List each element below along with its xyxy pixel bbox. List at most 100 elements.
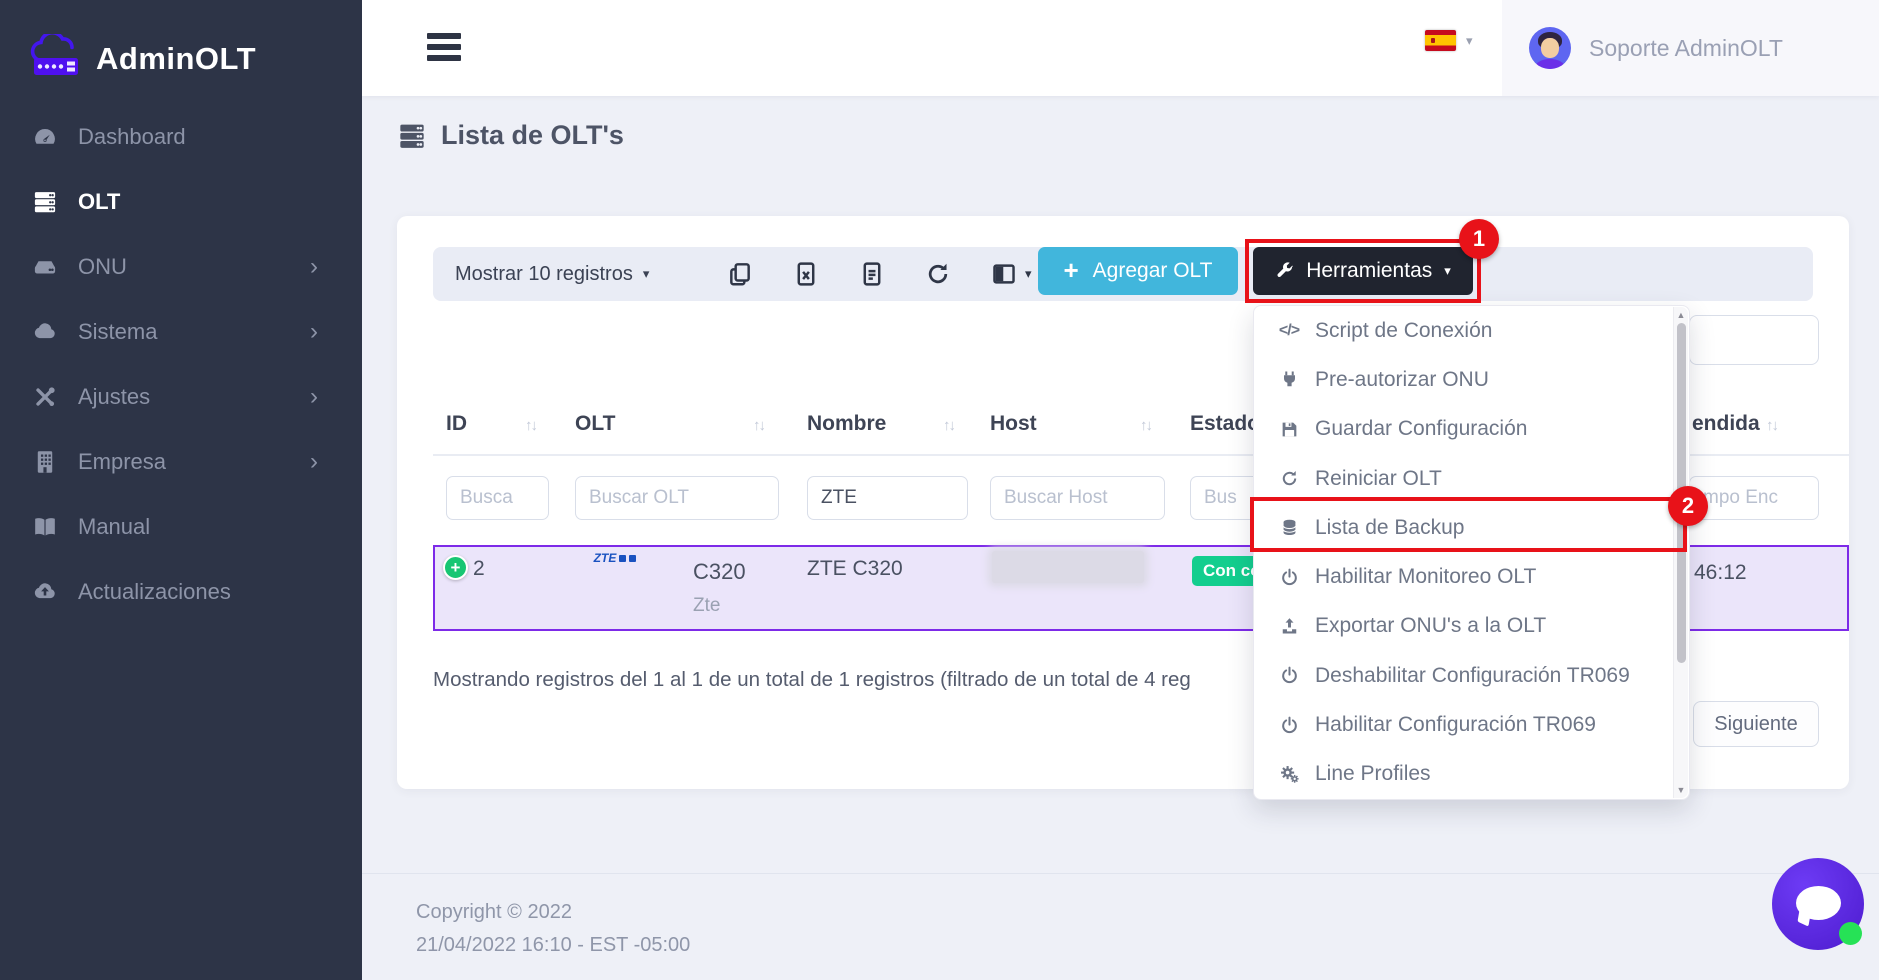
app-window: AdminOLT Dashboard OLT ONU xyxy=(0,0,1879,980)
filter-id-input[interactable] xyxy=(446,476,549,520)
footer-datetime: 21/04/2022 16:10 - EST -05:00 xyxy=(416,929,1879,962)
copyright-text: Copyright © 2022 xyxy=(416,896,1879,929)
cell-nombre: ZTE C320 xyxy=(807,557,903,581)
filter-nombre-input[interactable] xyxy=(807,476,968,520)
book-icon xyxy=(32,514,58,540)
menu-item-line-profiles[interactable]: Line Profiles xyxy=(1254,750,1673,799)
cloud-device-logo-icon xyxy=(26,34,84,85)
wrench-icon xyxy=(1275,262,1294,281)
menu-item-guardar-configuracion[interactable]: Guardar Configuración xyxy=(1254,405,1673,454)
sort-icon[interactable] xyxy=(525,417,536,434)
sidebar-nav: Dashboard OLT ONU Sistema xyxy=(0,96,362,624)
filter-olt-input[interactable] xyxy=(575,476,779,520)
sidebar-item-label: ONU xyxy=(78,254,127,280)
olt-device-image: ZTE xyxy=(573,551,657,565)
menu-item-habilitar-monitoreo-olt[interactable]: Habilitar Monitoreo OLT xyxy=(1254,552,1673,601)
column-header-host[interactable]: Host xyxy=(990,412,1037,436)
cogs-icon xyxy=(1276,765,1302,784)
menu-item-reiniciar-olt[interactable]: Reiniciar OLT xyxy=(1254,454,1673,503)
scroll-up-icon[interactable] xyxy=(1674,310,1688,320)
user-menu[interactable]: Soporte AdminOLT xyxy=(1502,0,1879,96)
code-icon xyxy=(1276,322,1302,340)
hamburger-icon[interactable] xyxy=(427,33,461,66)
chevron-right-icon xyxy=(310,318,318,346)
cell-encendida: 46:12 xyxy=(1694,561,1747,585)
sidebar-item-label: Sistema xyxy=(78,319,157,345)
annotation-step-1-badge: 1 xyxy=(1459,219,1499,259)
tools-dropdown-menu: Script de Conexión Pre-autorizar ONU Gua… xyxy=(1253,305,1690,800)
sidebar-item-label: Empresa xyxy=(78,449,166,475)
copy-icon[interactable] xyxy=(727,261,753,287)
sidebar-item-manual[interactable]: Manual xyxy=(0,494,362,559)
caret-down-icon xyxy=(1025,266,1032,282)
gauge-icon xyxy=(32,124,58,150)
menu-item-lista-de-backup[interactable]: Lista de Backup xyxy=(1254,503,1673,552)
sort-icon[interactable] xyxy=(1766,417,1777,434)
spain-flag-icon xyxy=(1425,30,1456,51)
column-header-encendida[interactable]: endida xyxy=(1692,412,1760,436)
menu-item-exportar-onus-a-la-olt[interactable]: Exportar ONU's a la OLT xyxy=(1254,602,1673,651)
topbar: Soporte AdminOLT xyxy=(362,0,1879,96)
table-search-input[interactable] xyxy=(1689,315,1819,365)
cell-host-redacted xyxy=(992,551,1144,583)
cloud-upload-icon xyxy=(32,579,58,605)
brand[interactable]: AdminOLT xyxy=(0,0,362,96)
chat-widget-button[interactable] xyxy=(1772,858,1864,950)
chevron-right-icon xyxy=(310,383,318,411)
page-title: Lista de OLT's xyxy=(397,120,624,151)
caret-down-icon xyxy=(643,266,650,282)
sidebar-item-label: OLT xyxy=(78,189,120,215)
excel-icon[interactable] xyxy=(793,261,819,287)
online-status-dot xyxy=(1839,922,1862,945)
device-icon xyxy=(32,254,58,280)
save-icon xyxy=(1276,420,1302,439)
sidebar-item-actualizaciones[interactable]: Actualizaciones xyxy=(0,559,362,624)
power-icon xyxy=(1276,568,1302,587)
menu-item-pre-autorizar-onu[interactable]: Pre-autorizar ONU xyxy=(1254,355,1673,404)
power-icon xyxy=(1276,716,1302,735)
cell-olt-vendor: Zte xyxy=(693,595,720,617)
column-header-estado[interactable]: Estado xyxy=(1190,412,1260,436)
expand-row-button[interactable] xyxy=(443,555,468,580)
sidebar-item-sistema[interactable]: Sistema xyxy=(0,299,362,364)
sidebar-item-dashboard[interactable]: Dashboard xyxy=(0,104,362,169)
sort-icon[interactable] xyxy=(943,417,954,434)
power-icon xyxy=(1276,666,1302,685)
add-olt-button[interactable]: Agregar OLT xyxy=(1038,247,1238,295)
tools-icon xyxy=(32,384,58,410)
sidebar-item-label: Dashboard xyxy=(78,124,186,150)
column-header-nombre[interactable]: Nombre xyxy=(807,412,886,436)
sidebar-item-olt[interactable]: OLT xyxy=(0,169,362,234)
menu-item-habilitar-configuracion-tr069[interactable]: Habilitar Configuración TR069 xyxy=(1254,700,1673,749)
annotation-step-2-badge: 2 xyxy=(1668,486,1708,526)
file-icon[interactable] xyxy=(859,261,885,287)
menu-item-deshabilitar-configuracion-tr069[interactable]: Deshabilitar Configuración TR069 xyxy=(1254,651,1673,700)
sidebar-item-label: Ajustes xyxy=(78,384,150,410)
sidebar-item-ajustes[interactable]: Ajustes xyxy=(0,364,362,429)
chat-bubble-icon xyxy=(1796,886,1841,920)
avatar xyxy=(1529,27,1571,69)
brand-name: AdminOLT xyxy=(96,41,256,77)
table-summary: Mostrando registros del 1 al 1 de un tot… xyxy=(433,668,1191,692)
language-selector[interactable] xyxy=(1425,30,1473,51)
plus-icon xyxy=(1063,257,1078,285)
sidebar-item-onu[interactable]: ONU xyxy=(0,234,362,299)
dropdown-scrollbar[interactable] xyxy=(1673,307,1688,798)
show-entries-select[interactable]: Mostrar 10 registros xyxy=(455,263,705,286)
column-header-olt[interactable]: OLT xyxy=(575,412,615,436)
sort-icon[interactable] xyxy=(1140,417,1151,434)
pagination-next-button[interactable]: Siguiente xyxy=(1693,701,1819,747)
filter-encendida-input[interactable] xyxy=(1689,476,1819,520)
scroll-down-icon[interactable] xyxy=(1674,785,1688,795)
cell-id: 2 xyxy=(473,557,485,581)
filter-host-input[interactable] xyxy=(990,476,1165,520)
refresh-icon[interactable] xyxy=(925,261,951,287)
tools-dropdown-button[interactable]: Herramientas xyxy=(1253,247,1473,295)
menu-item-script-de-conexion[interactable]: Script de Conexión xyxy=(1254,306,1673,355)
sidebar-item-label: Manual xyxy=(78,514,150,540)
sort-icon[interactable] xyxy=(753,417,764,434)
sidebar-item-empresa[interactable]: Empresa xyxy=(0,429,362,494)
upload-icon xyxy=(1276,617,1302,636)
columns-visibility-button[interactable] xyxy=(991,261,1032,287)
column-header-id[interactable]: ID xyxy=(446,412,467,436)
